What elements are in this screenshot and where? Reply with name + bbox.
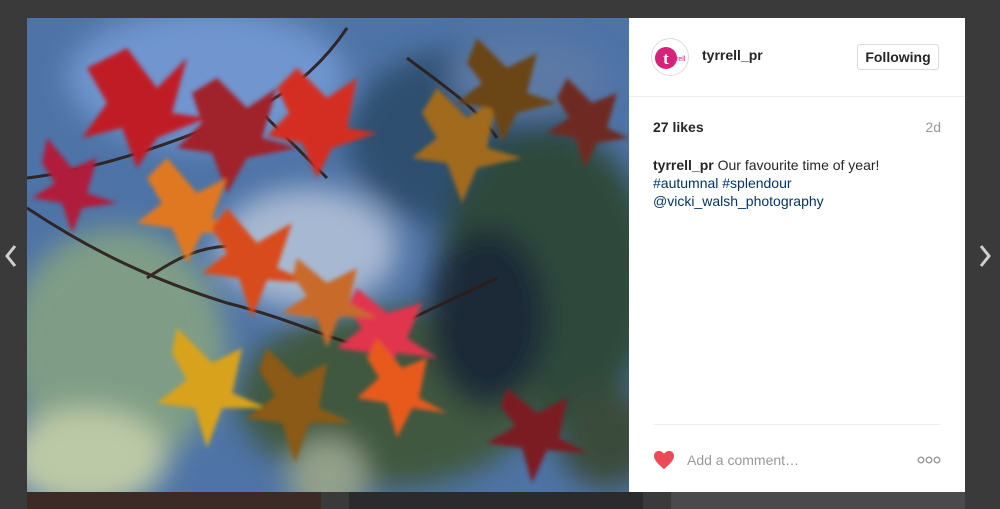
thumbnail[interactable] bbox=[27, 492, 321, 509]
likes-count[interactable]: 27 likes bbox=[653, 119, 704, 135]
caption-mention[interactable]: @vicki_walsh_photography bbox=[653, 192, 943, 210]
comment-input[interactable] bbox=[687, 449, 887, 471]
brand-logo-icon: t yrell bbox=[655, 47, 686, 69]
post-footer bbox=[653, 424, 941, 493]
caption-hashtags[interactable]: #autumnal #splendour bbox=[653, 174, 943, 192]
previous-post-button[interactable] bbox=[0, 236, 22, 276]
caption-username[interactable]: tyrrell_pr bbox=[653, 157, 714, 173]
avatar[interactable]: t yrell bbox=[651, 38, 689, 76]
svg-text:t: t bbox=[663, 49, 669, 68]
following-button[interactable]: Following bbox=[857, 44, 939, 70]
post-header: t yrell tyrrell_pr Following bbox=[629, 18, 965, 97]
post-details-panel: t yrell tyrrell_pr Following 27 likes 2d… bbox=[629, 18, 965, 492]
thumbnail[interactable] bbox=[349, 492, 643, 509]
caption-text: Our favourite time of year! bbox=[717, 157, 880, 173]
chevron-right-icon bbox=[979, 245, 991, 267]
post-timestamp[interactable]: 2d bbox=[925, 119, 941, 135]
chevron-left-icon bbox=[5, 245, 17, 267]
thumbnail[interactable] bbox=[671, 492, 965, 509]
more-options-icon[interactable] bbox=[917, 455, 941, 465]
heart-icon[interactable] bbox=[653, 450, 675, 470]
next-post-button[interactable] bbox=[974, 236, 996, 276]
svg-text:yrell: yrell bbox=[673, 56, 686, 63]
username-link[interactable]: tyrrell_pr bbox=[702, 47, 763, 63]
post-photo bbox=[27, 18, 629, 492]
post-caption: tyrrell_pr Our favourite time of year! #… bbox=[653, 156, 943, 210]
